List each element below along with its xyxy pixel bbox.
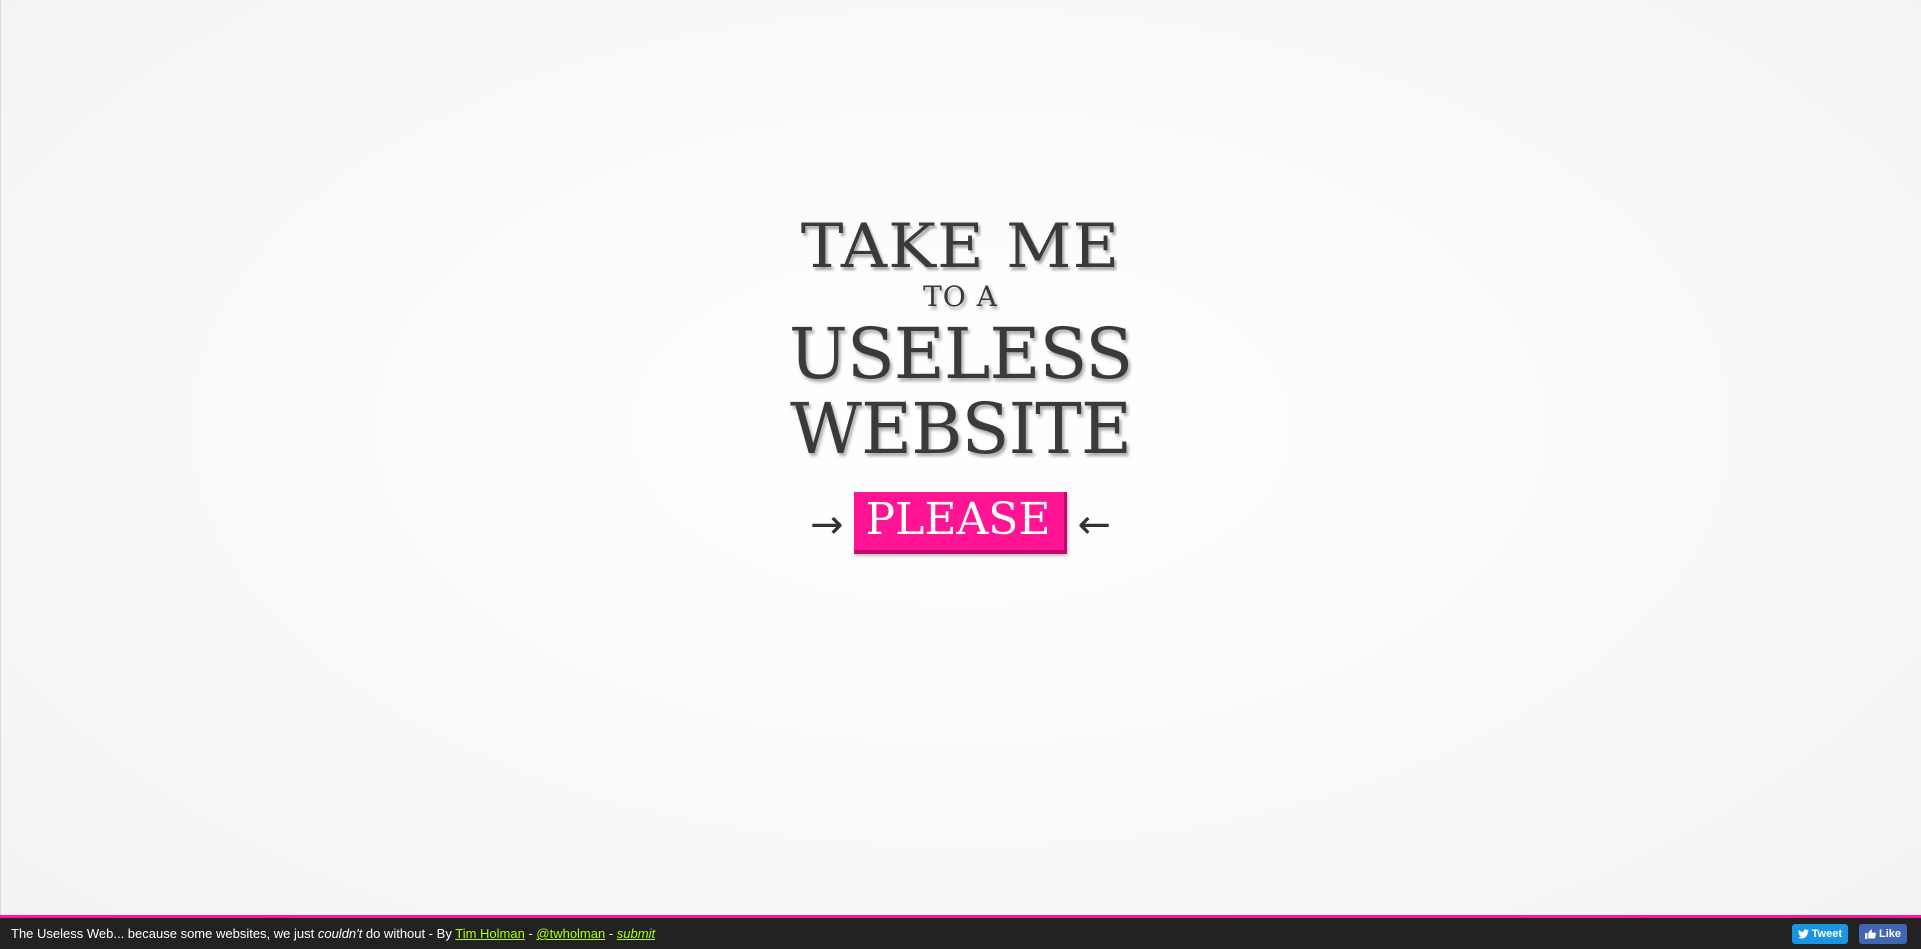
footer-text-emphasis: couldn't bbox=[317, 926, 363, 941]
author-link[interactable]: Tim Holman bbox=[455, 926, 525, 941]
twitter-handle-link[interactable]: @twholman bbox=[536, 926, 605, 941]
hero-line-website: WEBSITE bbox=[790, 388, 1132, 470]
facebook-like-button[interactable]: Like bbox=[1858, 923, 1907, 944]
twitter-bird-icon bbox=[1797, 928, 1809, 939]
hero-line-to-a: TO A bbox=[923, 280, 998, 313]
left-arrow-icon: ← bbox=[1077, 502, 1111, 548]
footer-credits: The Useless Web... because some websites… bbox=[0, 926, 655, 941]
footer-separator-2: - bbox=[605, 926, 617, 941]
social-buttons: Tweet Like bbox=[1791, 923, 1921, 944]
footer-text-after: do without - By bbox=[362, 926, 456, 941]
tweet-button[interactable]: Tweet bbox=[1791, 923, 1848, 944]
submit-link[interactable]: submit bbox=[617, 926, 655, 941]
like-label: Like bbox=[1878, 927, 1901, 940]
footer-text-prefix: The Useless Web... because some websites… bbox=[11, 926, 318, 941]
tweet-label: Tweet bbox=[1811, 927, 1842, 940]
hero-line-useless: USELESS bbox=[788, 313, 1133, 395]
cta-row: → PLEASE ← bbox=[0, 491, 1921, 555]
footer-bar: The Useless Web... because some websites… bbox=[0, 915, 1921, 949]
thumbs-up-icon bbox=[1865, 928, 1876, 939]
hero-line-take-me: TAKE ME bbox=[800, 211, 1121, 283]
hero-title: TAKE ME TO A USELESS WEBSITE bbox=[0, 215, 1921, 464]
right-arrow-icon: → bbox=[809, 502, 844, 548]
please-button[interactable]: PLEASE bbox=[853, 492, 1068, 554]
footer-separator-1: - bbox=[524, 926, 537, 941]
submit-link-label: submit bbox=[616, 926, 656, 941]
